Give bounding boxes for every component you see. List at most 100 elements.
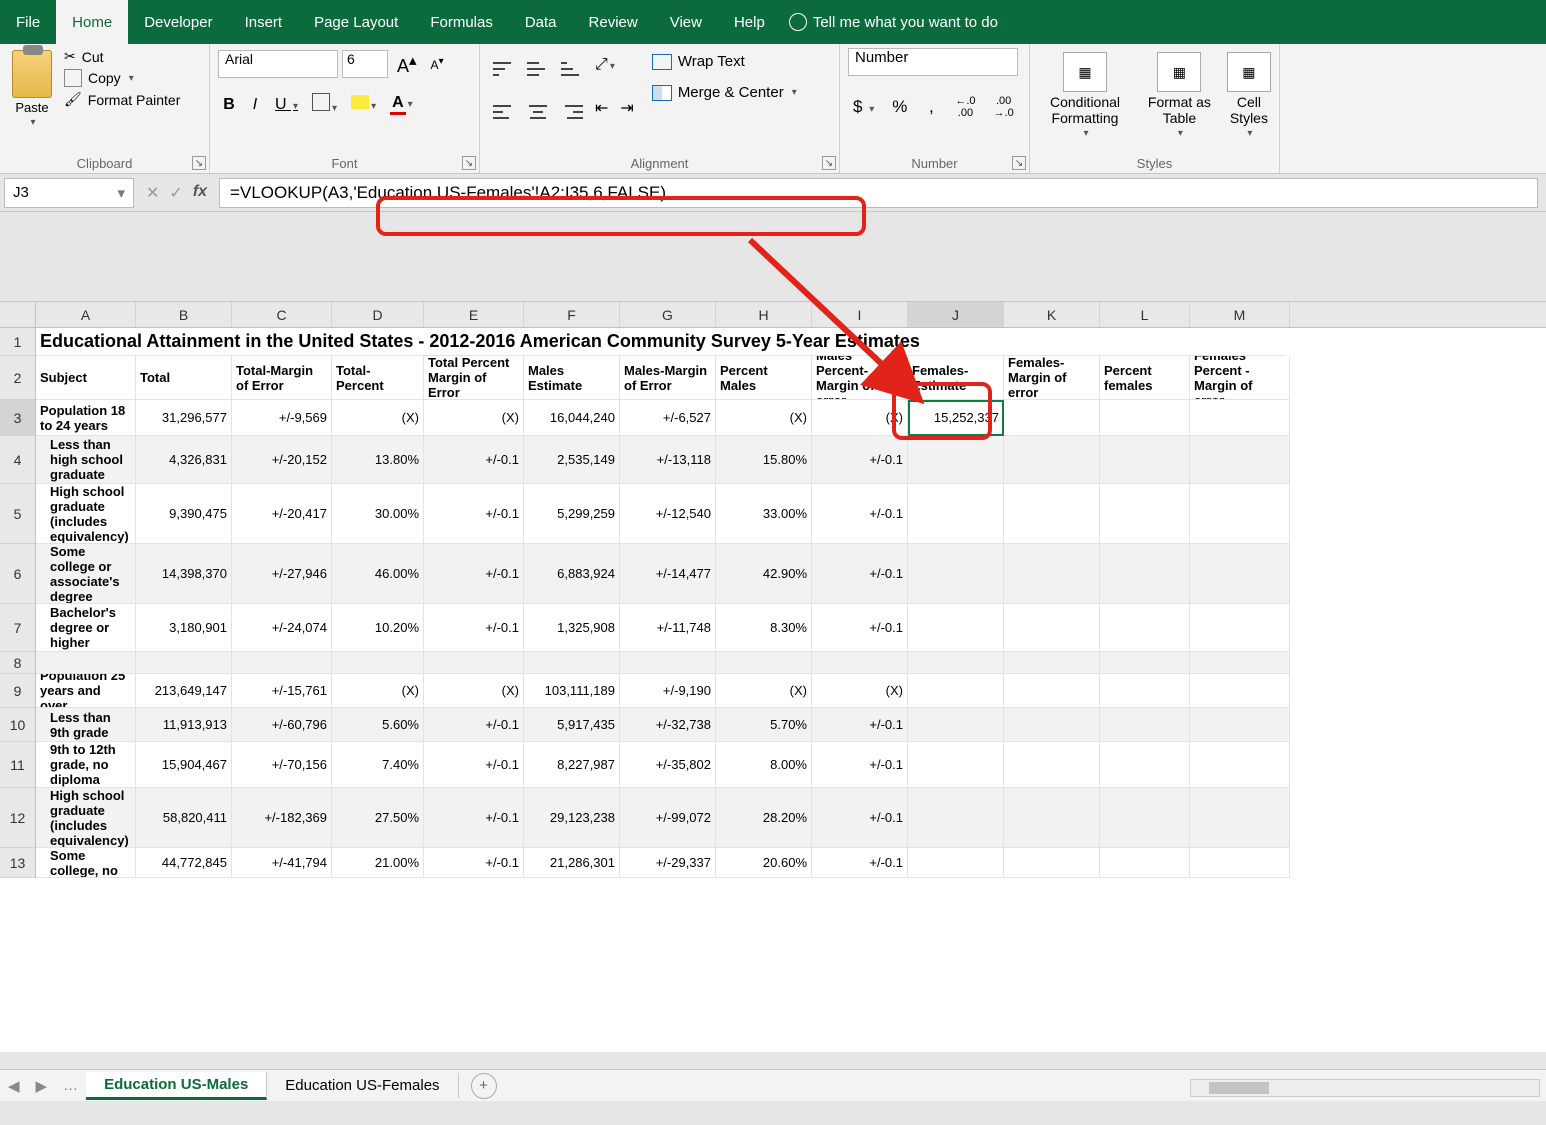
row-header-8[interactable]: 8 <box>0 652 36 674</box>
name-box[interactable]: J3▾ <box>4 178 134 208</box>
cell[interactable] <box>1004 742 1100 788</box>
cell[interactable]: +/-99,072 <box>620 788 716 848</box>
tab-view[interactable]: View <box>654 0 718 44</box>
cell[interactable]: 6,883,924 <box>524 544 620 604</box>
cell[interactable]: 21,286,301 <box>524 848 620 878</box>
tab-developer[interactable]: Developer <box>128 0 228 44</box>
cell[interactable] <box>908 484 1004 544</box>
cell[interactable]: (X) <box>424 400 524 436</box>
cell[interactable]: +/-11,748 <box>620 604 716 652</box>
borders-button[interactable]: ▾ <box>307 90 342 119</box>
cell[interactable]: +/-32,738 <box>620 708 716 742</box>
decrease-indent-button[interactable]: ⇤ <box>590 91 613 124</box>
cut-button[interactable]: ✂Cut <box>64 48 180 65</box>
cell[interactable] <box>1004 484 1100 544</box>
cell[interactable] <box>1190 848 1290 878</box>
cell[interactable]: (X) <box>424 674 524 708</box>
spreadsheet-grid[interactable]: A B C D E F G H I J K L M 1 Educational … <box>0 302 1546 1052</box>
decrease-decimal-button[interactable]: .00→.0 <box>989 92 1019 122</box>
cell[interactable]: 44,772,845 <box>136 848 232 878</box>
cell[interactable]: 8.30% <box>716 604 812 652</box>
cell[interactable]: (X) <box>716 400 812 436</box>
header-cell[interactable]: Females-Margin of error <box>1004 356 1100 400</box>
cell[interactable] <box>1004 674 1100 708</box>
tab-formulas[interactable]: Formulas <box>414 0 509 44</box>
cell[interactable]: +/-14,477 <box>620 544 716 604</box>
cell[interactable]: 1,325,908 <box>524 604 620 652</box>
row-header-1[interactable]: 1 <box>0 328 36 356</box>
col-header-M[interactable]: M <box>1190 302 1290 327</box>
align-middle-button[interactable] <box>522 48 554 81</box>
add-sheet-button[interactable]: + <box>471 1073 497 1099</box>
horizontal-scrollbar[interactable] <box>1190 1079 1540 1097</box>
cell[interactable]: +/-0.1 <box>812 742 908 788</box>
cell[interactable]: 10.20% <box>332 604 424 652</box>
cell[interactable]: 15.80% <box>716 436 812 484</box>
cell[interactable]: Population 18 to 24 years <box>36 400 136 436</box>
cell[interactable]: High school graduate (includes equivalen… <box>36 788 136 848</box>
cell[interactable] <box>1100 484 1190 544</box>
cell[interactable] <box>908 848 1004 878</box>
select-all-corner[interactable] <box>0 302 36 327</box>
cell[interactable]: +/-12,540 <box>620 484 716 544</box>
tab-page-layout[interactable]: Page Layout <box>298 0 414 44</box>
cell[interactable]: +/-0.1 <box>812 436 908 484</box>
cell[interactable] <box>1100 436 1190 484</box>
header-cell[interactable]: Males Estimate <box>524 356 620 400</box>
percent-format-button[interactable]: % <box>887 96 912 118</box>
cell[interactable]: +/-0.1 <box>424 742 524 788</box>
alignment-dialog-launcher[interactable]: ↘ <box>822 156 836 170</box>
header-cell[interactable]: Percent Males <box>716 356 812 400</box>
underline-button[interactable]: U ▾ <box>270 93 303 117</box>
sheet-more-button[interactable]: … <box>55 1077 86 1094</box>
cell[interactable]: 31,296,577 <box>136 400 232 436</box>
cell[interactable]: (X) <box>332 674 424 708</box>
cell[interactable] <box>908 652 1004 674</box>
cell[interactable]: 46.00% <box>332 544 424 604</box>
cell[interactable]: 28.20% <box>716 788 812 848</box>
col-header-E[interactable]: E <box>424 302 524 327</box>
cell[interactable]: +/-60,796 <box>232 708 332 742</box>
row-header-2[interactable]: 2 <box>0 356 36 400</box>
cell[interactable]: 11,913,913 <box>136 708 232 742</box>
tab-home[interactable]: Home <box>56 0 128 44</box>
sheet-tab-other[interactable]: Education US-Females <box>267 1073 458 1098</box>
cell[interactable] <box>1100 400 1190 436</box>
col-header-B[interactable]: B <box>136 302 232 327</box>
cell[interactable] <box>908 674 1004 708</box>
cell[interactable]: +/-41,794 <box>232 848 332 878</box>
cell[interactable] <box>1004 788 1100 848</box>
col-header-K[interactable]: K <box>1004 302 1100 327</box>
tell-me-search[interactable]: Tell me what you want to do <box>789 0 998 44</box>
increase-font-button[interactable]: A▴ <box>392 48 422 80</box>
cell[interactable] <box>1004 652 1100 674</box>
align-left-button[interactable] <box>488 91 520 124</box>
cell[interactable] <box>1190 484 1290 544</box>
header-cell[interactable]: Total-Margin of Error <box>232 356 332 400</box>
cell[interactable] <box>908 708 1004 742</box>
cell[interactable] <box>1190 708 1290 742</box>
row-header-11[interactable]: 11 <box>0 742 36 788</box>
cell[interactable]: 13.80% <box>332 436 424 484</box>
cell[interactable]: 4,326,831 <box>136 436 232 484</box>
cell[interactable] <box>1100 788 1190 848</box>
col-header-G[interactable]: G <box>620 302 716 327</box>
clipboard-dialog-launcher[interactable]: ↘ <box>192 156 206 170</box>
tab-data[interactable]: Data <box>509 0 573 44</box>
cell[interactable]: +/-0.1 <box>812 708 908 742</box>
paste-button[interactable]: Paste ▾ <box>8 48 56 130</box>
cell[interactable]: +/-0.1 <box>424 436 524 484</box>
format-as-table-button[interactable]: ▦Format as Table▾ <box>1146 52 1213 139</box>
row-header-13[interactable]: 13 <box>0 848 36 878</box>
fx-button[interactable]: fx <box>193 183 207 203</box>
number-dialog-launcher[interactable]: ↘ <box>1012 156 1026 170</box>
sheet-tab-active[interactable]: Education US-Males <box>86 1072 267 1100</box>
accounting-format-button[interactable]: $ ▾ <box>848 96 879 118</box>
cell[interactable]: 33.00% <box>716 484 812 544</box>
row-header-5[interactable]: 5 <box>0 484 36 544</box>
tab-insert[interactable]: Insert <box>229 0 299 44</box>
cell[interactable]: Less than high school graduate <box>36 436 136 484</box>
cell[interactable]: +/-0.1 <box>812 848 908 878</box>
cell[interactable]: +/-6,527 <box>620 400 716 436</box>
cell[interactable] <box>332 652 424 674</box>
